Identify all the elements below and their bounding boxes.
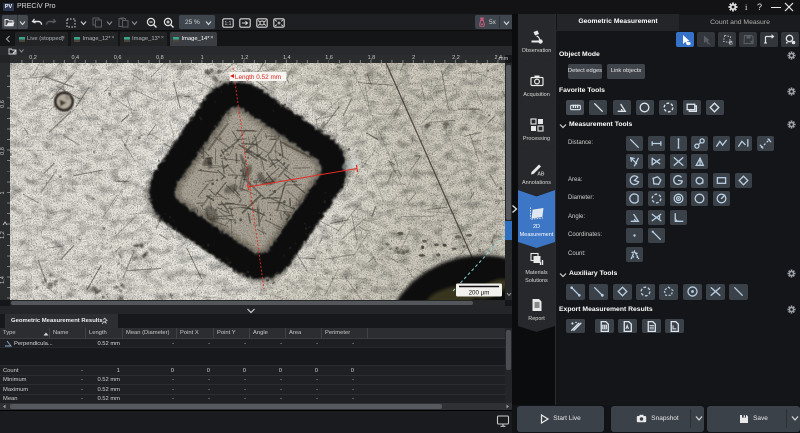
svg-text:ABC: ABC: [537, 172, 544, 177]
svg-text:200 µm: 200 µm: [469, 290, 490, 297]
svg-text:Length 0.52 mm: Length 0.52 mm: [235, 74, 281, 81]
svg-text:1:1: 1:1: [225, 21, 232, 27]
